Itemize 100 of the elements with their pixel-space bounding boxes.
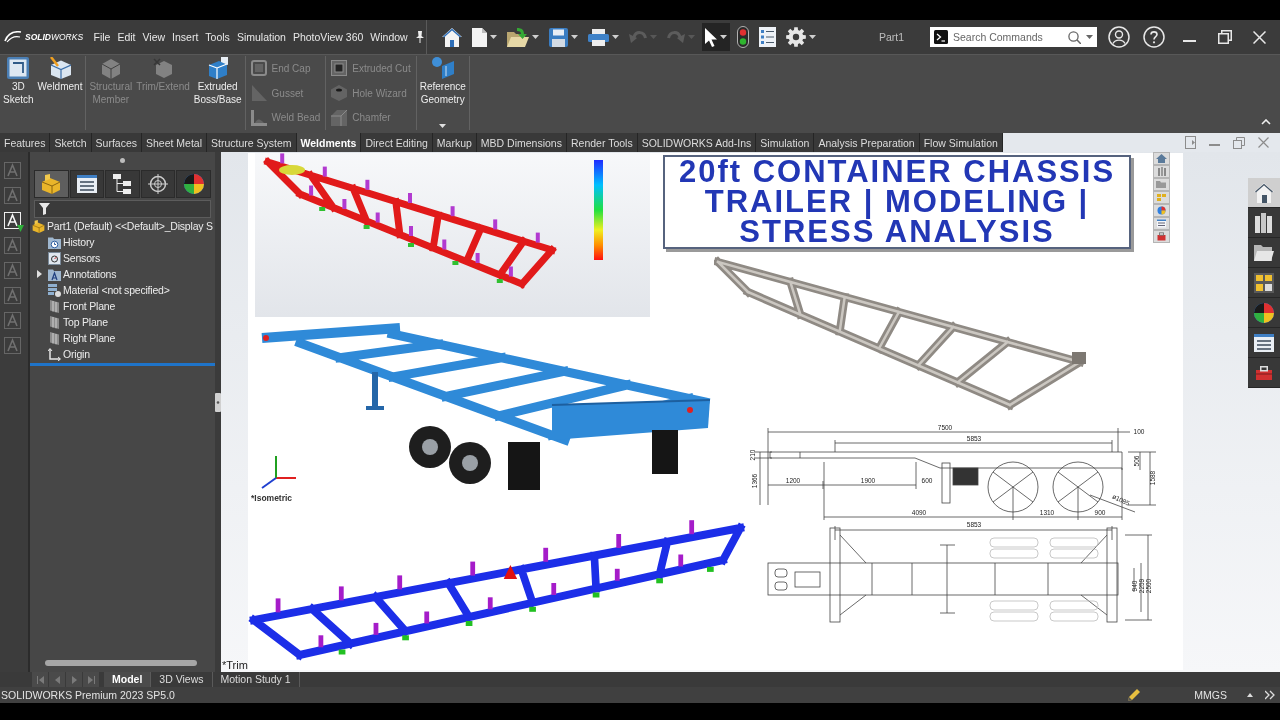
command-tab[interactable]: Analysis Preparation bbox=[814, 133, 920, 152]
ribbon-button[interactable]: Weldment bbox=[35, 56, 85, 130]
task-pane-tab[interactable] bbox=[1248, 238, 1280, 268]
color-sphere-icon bbox=[183, 174, 204, 194]
ribbon-button[interactable]: Extruded Boss/Base bbox=[191, 56, 244, 130]
double-chevron-icon[interactable] bbox=[1265, 690, 1275, 700]
tree-item[interactable]: Origin bbox=[30, 346, 215, 362]
plane-icon bbox=[48, 331, 61, 345]
search-input[interactable]: Search Commands bbox=[953, 31, 1063, 43]
menu-item[interactable]: Window bbox=[366, 28, 412, 46]
panel-tab[interactable] bbox=[69, 170, 105, 198]
pencil-icon[interactable] bbox=[1128, 689, 1141, 701]
command-tab[interactable]: MBD Dimensions bbox=[476, 133, 567, 152]
caret-up-icon[interactable] bbox=[1247, 693, 1253, 697]
cursor-icon bbox=[705, 27, 717, 47]
command-tab[interactable]: Sketch bbox=[50, 133, 92, 152]
document-title: Part1 bbox=[878, 31, 906, 43]
panel-tab[interactable] bbox=[140, 170, 176, 198]
sketch-plane-icon bbox=[7, 57, 30, 79]
tree-item[interactable]: Annotations bbox=[30, 266, 215, 282]
drilled-block-icon bbox=[331, 85, 348, 101]
grip-dot-icon[interactable] bbox=[120, 157, 125, 163]
restore-icon[interactable] bbox=[1233, 136, 1245, 149]
books-icon[interactable] bbox=[1153, 165, 1170, 178]
plate-icon bbox=[250, 60, 267, 77]
corner-bead-icon bbox=[250, 109, 267, 126]
tree-item[interactable]: Part1 (Default) <<Default>_Display S bbox=[30, 218, 215, 234]
menu-item[interactable]: PhotoView 360 bbox=[289, 28, 367, 46]
tree-item[interactable]: Material <not specified> bbox=[30, 282, 215, 298]
units-button[interactable]: MMGS bbox=[1194, 689, 1227, 701]
help-button[interactable] bbox=[1143, 26, 1165, 48]
chevron-up-icon[interactable] bbox=[1261, 119, 1271, 125]
bottom-tab[interactable]: Model bbox=[104, 672, 152, 687]
task-pane-tab[interactable] bbox=[1248, 328, 1280, 358]
command-tab[interactable]: Surfaces bbox=[91, 133, 142, 152]
filter-field[interactable] bbox=[34, 200, 211, 218]
tree-item[interactable]: Top Plane bbox=[30, 314, 215, 330]
undo-arrow-icon bbox=[629, 29, 647, 45]
command-tab[interactable]: Weldments bbox=[296, 133, 362, 152]
tree-item[interactable]: Sensors bbox=[30, 250, 215, 266]
expand-arrow-icon[interactable] bbox=[36, 270, 42, 278]
close-icon bbox=[1253, 30, 1266, 44]
crosshair-icon bbox=[148, 174, 169, 194]
tree-item[interactable]: Right Plane bbox=[30, 330, 215, 346]
logo-text: SOLIDWORKS bbox=[25, 32, 84, 42]
command-tab[interactable]: Markup bbox=[432, 133, 477, 152]
command-tab[interactable]: SOLIDWORKS Add-Ins bbox=[637, 133, 757, 152]
product-version: SOLIDWORKS Premium 2023 SP5.0 bbox=[0, 689, 176, 701]
search-box[interactable]: Search Commands bbox=[930, 27, 1097, 47]
task-pane-tab[interactable] bbox=[1248, 208, 1280, 238]
menu-item[interactable]: Edit bbox=[113, 28, 139, 46]
close-icon[interactable] bbox=[1258, 137, 1269, 148]
tree-item[interactable]: Front Plane bbox=[30, 298, 215, 314]
plane-point-icon bbox=[431, 57, 454, 79]
command-tab[interactable]: Simulation bbox=[756, 133, 815, 152]
home-icon[interactable] bbox=[1153, 152, 1170, 165]
task-pane-tab[interactable] bbox=[1248, 178, 1280, 208]
menu-item[interactable]: Simulation bbox=[233, 28, 290, 46]
annotation-folder-icon bbox=[48, 267, 61, 281]
panel-tab[interactable] bbox=[176, 170, 211, 198]
printer-icon bbox=[588, 28, 609, 46]
task-pane-tab[interactable] bbox=[1248, 298, 1280, 328]
task-pane-tab[interactable] bbox=[1248, 358, 1280, 388]
trim-cube-icon bbox=[152, 57, 174, 79]
select-button[interactable] bbox=[702, 23, 730, 51]
home-icon bbox=[1254, 182, 1274, 203]
task-pane-tab[interactable] bbox=[1248, 268, 1280, 298]
command-tab[interactable]: Sheet Metal bbox=[142, 133, 208, 152]
toolbox-icon[interactable] bbox=[1153, 230, 1170, 243]
menu-item[interactable]: Insert bbox=[168, 28, 202, 46]
pin-icon[interactable] bbox=[415, 31, 426, 43]
property-list-icon[interactable] bbox=[1153, 217, 1170, 230]
minimize-icon[interactable] bbox=[1209, 143, 1220, 146]
panel-tab[interactable] bbox=[34, 170, 69, 198]
tree-item[interactable]: History bbox=[30, 234, 215, 250]
home-icon bbox=[442, 27, 462, 47]
last-arrow-icon bbox=[87, 675, 95, 684]
panel-handle-icon[interactable] bbox=[215, 393, 221, 412]
command-tab[interactable]: Flow Simulation bbox=[919, 133, 1003, 152]
ribbon-button[interactable]: 3D Sketch bbox=[1, 56, 36, 130]
command-tab[interactable]: Render Tools bbox=[566, 133, 638, 152]
caret-icon bbox=[1086, 35, 1093, 39]
extrude-block-icon bbox=[206, 57, 229, 79]
menu-item[interactable]: Tools bbox=[201, 28, 234, 46]
command-tab[interactable]: Structure System bbox=[207, 133, 297, 152]
view-label: *Isometric bbox=[251, 493, 293, 503]
command-tab[interactable]: Features bbox=[0, 133, 51, 152]
search-icon bbox=[1068, 30, 1081, 44]
account-button[interactable] bbox=[1108, 26, 1130, 48]
horizontal-scrollbar[interactable] bbox=[45, 660, 197, 666]
history-folder-icon bbox=[48, 235, 61, 249]
rebuild-button[interactable] bbox=[734, 23, 752, 51]
command-tab[interactable]: Direct Editing bbox=[361, 133, 433, 152]
cut-block-icon bbox=[331, 60, 348, 77]
menu-item[interactable]: File bbox=[90, 28, 114, 46]
annotation-icon[interactable] bbox=[4, 212, 24, 232]
menu-item[interactable]: View bbox=[139, 28, 169, 46]
ribbon-button[interactable]: Reference Geometry bbox=[417, 56, 468, 130]
panel-tab[interactable] bbox=[105, 170, 140, 198]
welded-cube-icon bbox=[49, 57, 71, 79]
